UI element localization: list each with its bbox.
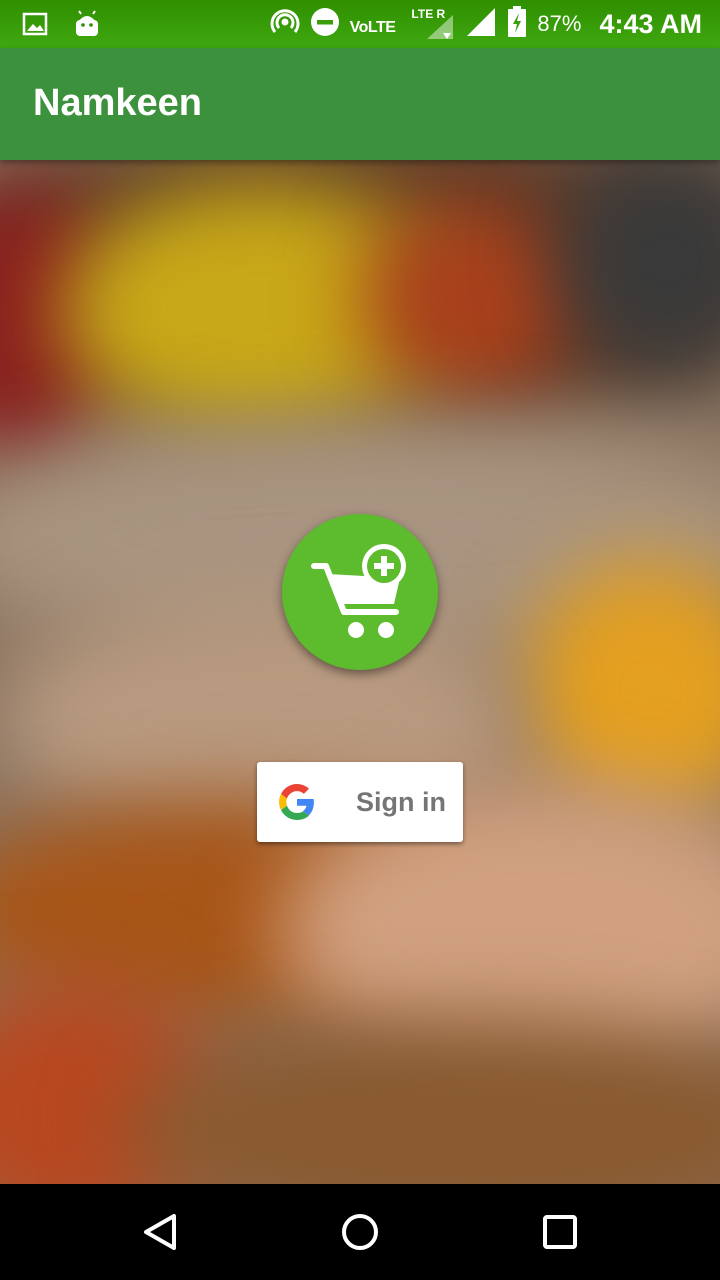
sign-in-label: Sign in <box>356 787 446 817</box>
back-icon <box>144 1214 176 1250</box>
app-bar: Namkeen <box>0 48 720 160</box>
battery-charging-icon <box>507 5 527 43</box>
volte-label: VoLTE <box>349 19 396 36</box>
app-title: Namkeen <box>33 82 202 124</box>
android-icon <box>74 10 100 43</box>
image-icon <box>22 11 48 42</box>
home-button[interactable] <box>336 1208 384 1256</box>
status-bar: VoLTE LTE R 87% 4:43 AM <box>0 0 720 48</box>
background-image <box>0 160 720 1184</box>
signal-icon <box>465 6 497 43</box>
recents-icon <box>543 1215 577 1249</box>
google-sign-in-button[interactable]: Sign in <box>257 762 463 842</box>
cart-logo <box>282 514 438 670</box>
battery-percent: 87% <box>537 11 582 36</box>
back-button[interactable] <box>136 1208 184 1256</box>
google-g-icon <box>279 784 314 820</box>
home-icon <box>342 1214 378 1250</box>
recents-button[interactable] <box>536 1208 584 1256</box>
navigation-bar <box>0 1184 720 1280</box>
hotspot-icon <box>270 7 300 42</box>
cart-plus-icon <box>311 544 406 638</box>
signal-icon: LTE R <box>405 7 455 41</box>
clock: 4:43 AM <box>599 8 702 39</box>
do-not-disturb-icon <box>310 7 340 42</box>
